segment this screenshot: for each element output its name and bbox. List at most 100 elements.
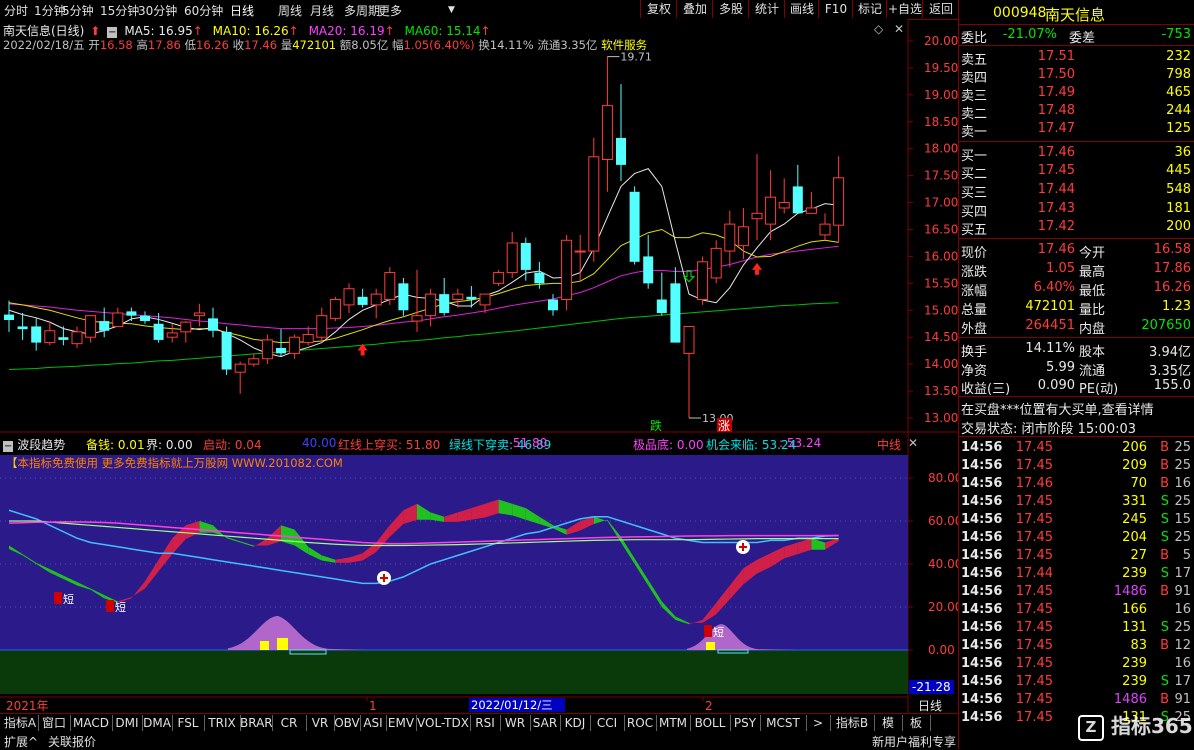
indicator-item-10: 中线	[877, 438, 902, 452]
indicator-tab-9[interactable]: VR	[306, 715, 335, 731]
stat-label: 涨幅	[961, 284, 988, 299]
toolbar-button-0[interactable]: 复权	[640, 0, 677, 18]
period-tab-4[interactable]: 30分钟	[138, 2, 177, 19]
tick-row: 14:56 17.45 1486 B 91	[959, 583, 1194, 601]
tick-time: 14:56	[961, 584, 1003, 599]
indicator-tab-11[interactable]: ASI	[360, 715, 387, 731]
tick-count: 16	[1174, 476, 1191, 491]
indicator-tab-6[interactable]: TRIX	[204, 715, 241, 731]
indicator-tab-26[interactable]: 模	[874, 715, 903, 731]
candle-body-up	[343, 288, 355, 306]
toolbar-button-5[interactable]: F10	[818, 0, 853, 18]
stat-label: 涨跌	[961, 265, 988, 280]
indicator-tab-5[interactable]: FSL	[172, 715, 205, 731]
indicator-tab-25[interactable]: 指标B	[830, 715, 875, 731]
indicator-tab-16[interactable]: SAR	[530, 715, 561, 731]
arrow-up-icon: ↑	[480, 24, 491, 38]
tick-volume: 204	[1122, 530, 1147, 545]
tick-count: 25	[1174, 458, 1191, 473]
indicator-close-icon[interactable]: ✕	[908, 436, 918, 450]
indicator-tab-4[interactable]: DMA	[142, 715, 173, 731]
toolbar-button-2[interactable]: 多股	[712, 0, 749, 18]
indicator-tab-23[interactable]: MCST	[760, 715, 807, 731]
indicator-tab-19[interactable]: ROC	[624, 715, 657, 731]
indicator-tab-15[interactable]: WR	[500, 715, 531, 731]
bid-row-2: 买三 17.44 548	[959, 181, 1194, 201]
period-tab-7[interactable]: 周线	[278, 2, 302, 19]
yellow-marker	[260, 641, 269, 650]
buy-arrow-icon-stem	[755, 269, 759, 275]
tick-volume: 166	[1122, 602, 1147, 617]
bid-price: 17.42	[1037, 219, 1075, 234]
candle-body-up	[370, 293, 382, 306]
tick-row: 14:56 17.45 83 B 12	[959, 637, 1194, 655]
toolbar-button-4[interactable]: 画线	[784, 0, 819, 18]
candle-body-up	[248, 358, 260, 365]
tick-time: 14:56	[961, 674, 1003, 689]
toolbar-button-3[interactable]: 统计	[748, 0, 785, 18]
indicator-tab-20[interactable]: MTM	[656, 715, 691, 731]
indicator-tab-7[interactable]: BRAR	[240, 715, 273, 731]
ask-row-0: 卖五 17.51 232	[959, 48, 1194, 68]
time-axis-month: 2	[705, 699, 713, 713]
indicator-item-2: 启动: 0.04	[203, 438, 262, 452]
indicator-tab-24[interactable]: >	[806, 715, 831, 731]
indicator-tab-22[interactable]: PSY	[730, 715, 761, 731]
period-tab-1[interactable]: 1分钟	[34, 2, 66, 19]
related-quote-button[interactable]: 关联报价	[48, 733, 96, 750]
indicator-tab-13[interactable]: VOL-TDX	[416, 715, 471, 731]
indicator-tab-17[interactable]: KDJ	[560, 715, 591, 731]
buy-arrow-icon-stem	[360, 350, 365, 356]
period-tab-10[interactable]: 更多	[378, 2, 402, 19]
chart-area[interactable]: 20.0019.5019.0018.5018.0017.5017.0016.50…	[0, 19, 958, 713]
indicator-tab-18[interactable]: CCI	[590, 715, 625, 731]
indicator-tab-27[interactable]: 板	[902, 715, 931, 731]
tick-time: 14:56	[961, 638, 1003, 653]
minus-toggle-icon[interactable]: −	[3, 441, 14, 452]
indicator-tab-3[interactable]: DMI	[112, 715, 143, 731]
indicator-tab-1[interactable]: 窗口	[38, 715, 71, 731]
expand-button[interactable]: 扩展^	[4, 733, 38, 750]
indicator-tab-8[interactable]: CR	[272, 715, 307, 731]
tick-time: 14:56	[961, 602, 1003, 617]
bid-volume: 36	[1174, 145, 1191, 160]
ohlc-line: 2022/02/18/五 开16.58 高17.86 低16.26 收17.46…	[3, 37, 647, 53]
watermark-text: 指标365	[1110, 714, 1193, 738]
change-value: 1.05(6.40%)	[403, 38, 475, 52]
price-axis-label: 13.50	[924, 384, 958, 398]
toolbar-button-7[interactable]: +自选	[886, 0, 923, 18]
big-order-notice[interactable]: 在买盘***位置有大买单,查看详情	[959, 398, 1194, 418]
bid-volume: 548	[1166, 182, 1191, 197]
more-dropdown-icon[interactable]: ▼	[448, 5, 455, 15]
chart-expand-icon[interactable]: ◇	[874, 22, 883, 36]
tick-price: 17.46	[1015, 476, 1053, 491]
indicator-tab-12[interactable]: EMV	[386, 715, 417, 731]
indicator-tab-0[interactable]: 指标A	[2, 715, 39, 731]
period-tab-5[interactable]: 60分钟	[184, 2, 223, 19]
tick-price: 17.45	[1015, 710, 1053, 725]
indicator-tab-21[interactable]: BOLL	[690, 715, 731, 731]
toolbar-button-8[interactable]: 返回	[922, 0, 959, 18]
toolbar-button-6[interactable]: 标记	[852, 0, 887, 18]
stat-value: 5.99	[1046, 360, 1075, 375]
current-value-text: -21.28	[912, 680, 951, 694]
tick-row: 14:56 17.45 239 S 17	[959, 673, 1194, 691]
period-tab-0[interactable]: 分时	[4, 2, 28, 19]
new-user-benefit-link[interactable]: 新用户福利专享	[872, 733, 956, 750]
indicator-tab-14[interactable]: RSI	[470, 715, 501, 731]
price-axis-label: 16.50	[924, 223, 958, 237]
period-tab-9[interactable]: 多周期	[344, 2, 380, 19]
price-axis-label: 15.00	[924, 303, 958, 317]
indicator-tab-2[interactable]: MACD	[70, 715, 113, 731]
toolbar-button-1[interactable]: 叠加	[676, 0, 713, 18]
period-tab-6[interactable]: 日线	[230, 2, 254, 19]
period-tab-2[interactable]: 5分钟	[62, 2, 94, 19]
period-tab-8[interactable]: 月线	[310, 2, 334, 19]
candle-body-up	[71, 331, 83, 345]
indicator-tab-10[interactable]: OBV	[334, 715, 361, 731]
period-tab-3[interactable]: 15分钟	[100, 2, 139, 19]
stat-label: 量比	[1079, 303, 1106, 318]
candle-body-down	[616, 137, 626, 165]
stat-row-3: 总量 472101 量比 1.23	[959, 298, 1194, 318]
chart-close-icon[interactable]: ✕	[894, 22, 904, 36]
